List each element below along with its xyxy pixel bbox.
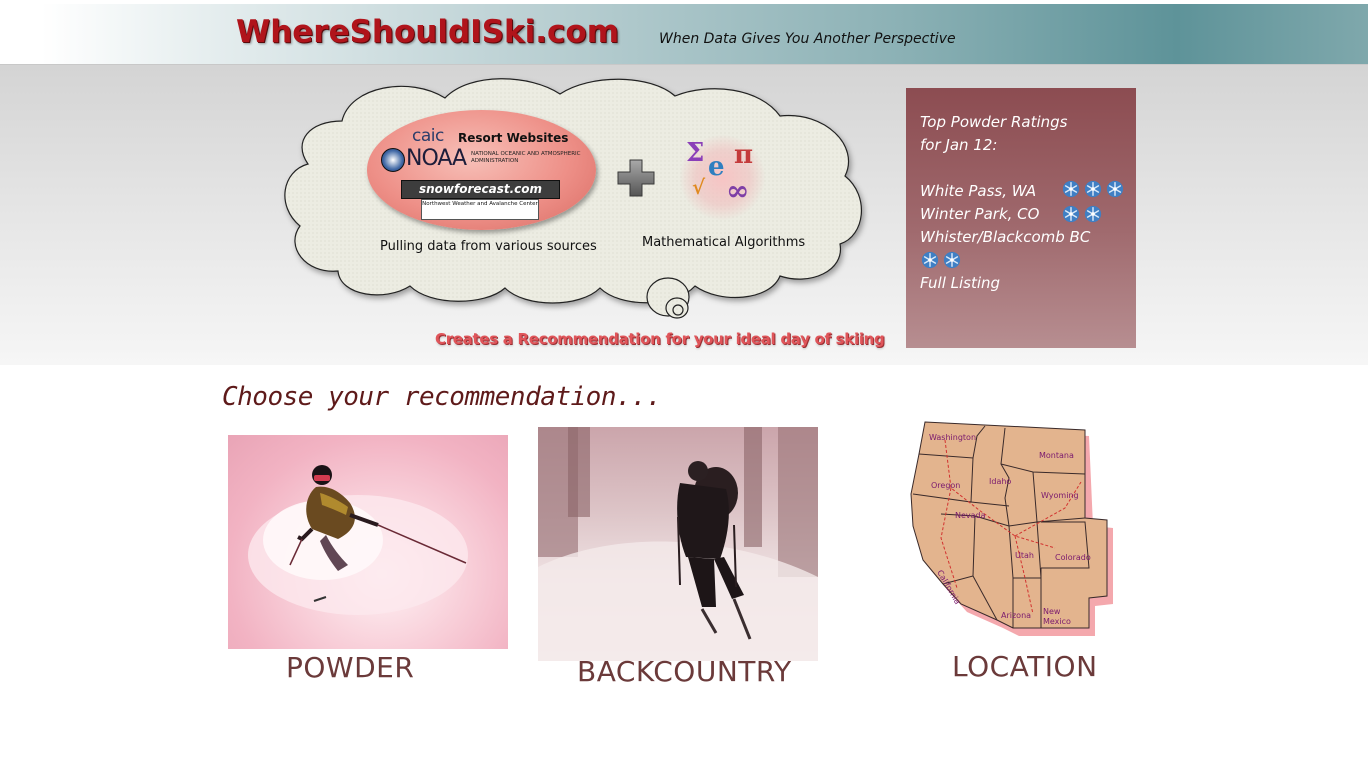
svg-text:Washington: Washington [929,433,976,442]
sources-caption: Pulling data from various sources [380,239,597,254]
math-symbols-icon: Σπ e √ ∞ [686,138,754,207]
skier-illustration [248,465,468,615]
site-tagline: When Data Gives You Another Perspective [659,31,956,47]
backcountry-option-label[interactable]: BACKCOUNTRY [577,655,792,688]
snowflake-icon [1084,205,1102,223]
map-illustration: Washington Oregon Idaho Montana Wyoming … [910,421,1113,636]
svg-text:Wyoming: Wyoming [1041,491,1079,500]
snowflake-icon [1084,180,1102,198]
snowforecast-logo: snowforecast.com [401,180,560,199]
banner-caption: Creates a Recommendation for your ideal … [435,330,885,348]
caic-logo: caic [412,126,444,146]
rating-flakes-white-pass [1062,179,1128,198]
svg-text:Mexico: Mexico [1043,617,1071,626]
snowflake-icon [943,251,961,269]
nwac-logo: Northwest Weather and Avalanche Center [421,199,539,220]
svg-text:Arizona: Arizona [1001,611,1031,620]
rating-item-white-pass[interactable]: White Pass, WA [920,181,1036,201]
snowflake-icon [1062,180,1080,198]
rating-item-whistler[interactable]: Whister/Blackcomb BC [920,227,1090,247]
svg-text:Nevada: Nevada [955,511,986,520]
backcountry-illustration [538,427,818,661]
noaa-icon [381,148,405,172]
plus-icon [617,159,655,197]
svg-text:New: New [1043,607,1061,616]
site-logo[interactable]: WhereShouldISki.com [236,14,619,50]
ratings-title: Top Powder Ratings [920,113,1068,131]
algorithms-caption: Mathematical Algorithms [642,235,806,250]
svg-text:Utah: Utah [1015,551,1034,560]
noaa-logo: NOAA [406,146,467,171]
powder-photo[interactable] [228,435,508,649]
rating-flakes-whistler [921,250,965,269]
site-header: WhereShouldISki.com When Data Gives You … [0,4,1368,64]
western-us-map[interactable]: Washington Oregon Idaho Montana Wyoming … [905,418,1115,643]
snowflake-icon [1106,180,1124,198]
svg-text:Oregon: Oregon [931,481,960,490]
rating-flakes-winter-park [1062,204,1106,223]
backcountry-photo[interactable] [538,427,818,661]
powder-option-label[interactable]: POWDER [286,651,414,684]
svg-text:Montana: Montana [1039,451,1074,460]
powder-ratings-panel: Top Powder Ratings for Jan 12: White Pas… [906,88,1136,348]
svg-text:Colorado: Colorado [1055,553,1091,562]
snowflake-icon [1062,205,1080,223]
snowflake-icon [921,251,939,269]
location-option-label[interactable]: LOCATION [952,650,1098,683]
rating-item-winter-park[interactable]: Winter Park, CO [920,204,1039,224]
full-listing-link[interactable]: Full Listing [920,273,1000,293]
choose-heading: Choose your recommendation... [222,382,662,412]
ratings-date: for Jan 12: [920,136,998,154]
noaa-full-name: NATIONAL OCEANIC AND ATMOSPHERIC ADMINIS… [471,151,581,164]
resort-websites-label: Resort Websites [458,131,569,145]
svg-text:Idaho: Idaho [989,477,1011,486]
